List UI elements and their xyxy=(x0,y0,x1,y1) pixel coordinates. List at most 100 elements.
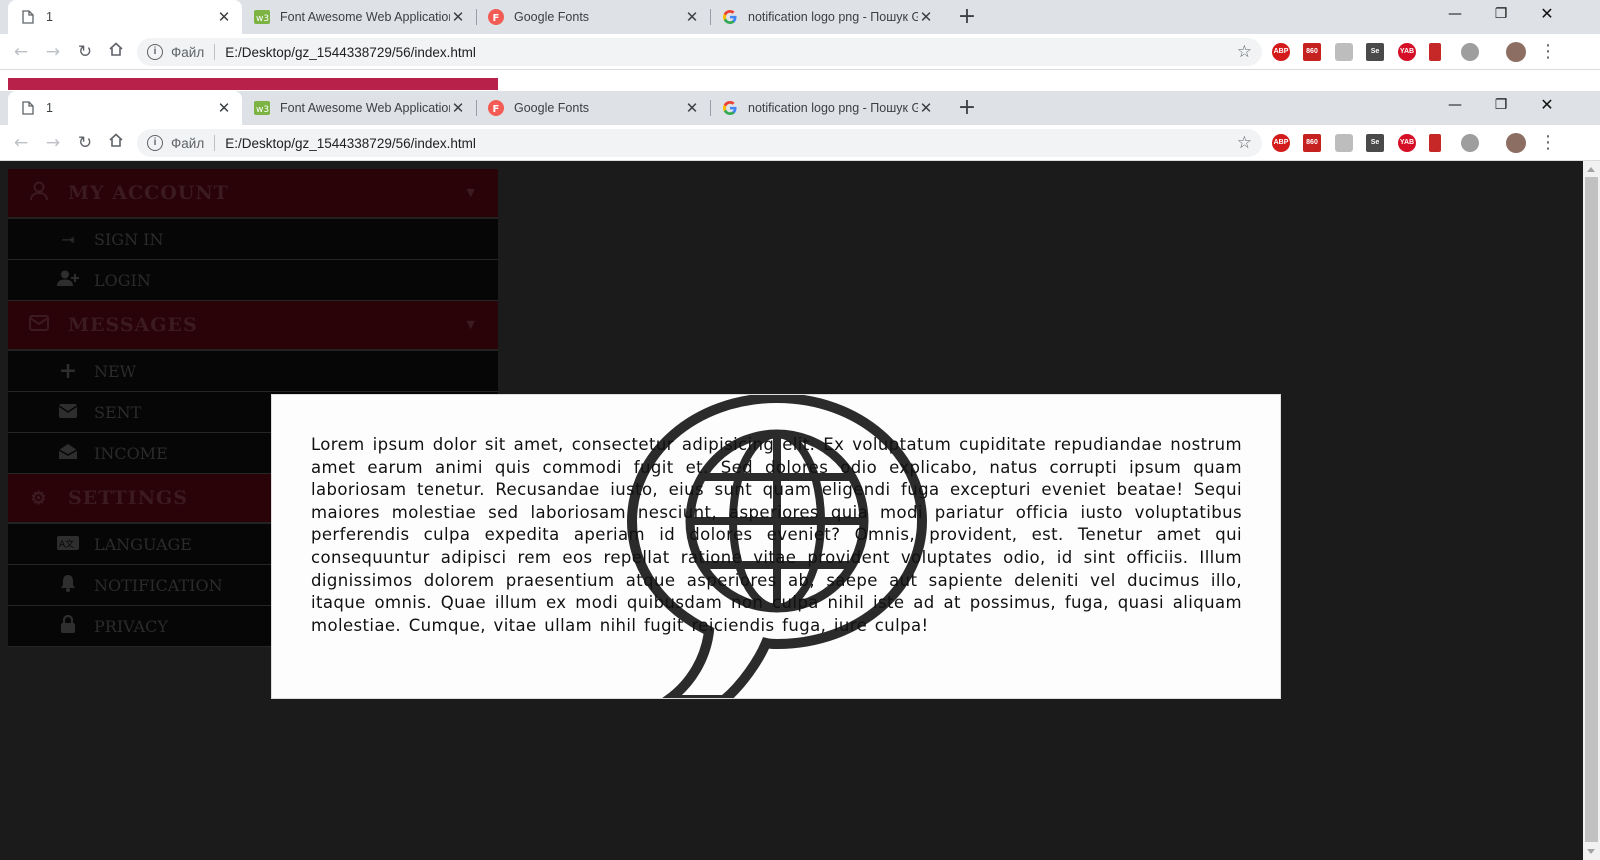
omnibox-divider xyxy=(214,135,216,151)
browser-window-back: 1 ✕ w3 Font Awesome Web Application Icon… xyxy=(0,0,1600,78)
fontawesome-favicon: w3 xyxy=(254,100,270,116)
new-tab-button[interactable]: + xyxy=(954,4,980,30)
google-favicon xyxy=(722,9,738,25)
close-tab-icon[interactable]: ✕ xyxy=(918,9,934,25)
new-tab-button[interactable]: + xyxy=(954,95,980,121)
menu-item-label: SIGN IN xyxy=(94,229,164,249)
file-scheme-label: Файл xyxy=(171,44,205,60)
section-heading: MESSAGES xyxy=(68,314,198,336)
tab-title: Google Fonts xyxy=(514,10,590,24)
yab-icon[interactable]: YAB xyxy=(1398,43,1416,61)
close-window-button[interactable]: ✕ xyxy=(1524,0,1570,30)
tab-google-search[interactable]: notification logo png - Пошук Google ✕ xyxy=(710,0,944,34)
close-tab-icon[interactable]: ✕ xyxy=(684,100,700,116)
tab-google-fonts[interactable]: F Google Fonts ✕ xyxy=(476,91,710,125)
menu-item-label: SENT xyxy=(94,402,142,422)
page-icon xyxy=(20,9,36,25)
menu-item-sign-in[interactable]: ⇥ SIGN IN xyxy=(8,219,498,260)
forward-icon[interactable]: → xyxy=(41,131,65,155)
gmail-counter-icon[interactable]: 860 xyxy=(1303,43,1321,61)
googlefonts-favicon: F xyxy=(488,100,504,116)
menu-item-label: NOTIFICATION xyxy=(94,575,223,595)
gmail-counter-icon[interactable]: 860 xyxy=(1303,134,1321,152)
cloud-extension-icon[interactable] xyxy=(1461,134,1479,152)
selenium-icon[interactable]: Se xyxy=(1366,43,1384,61)
address-bar[interactable]: i Файл E:/Desktop/gz_1544338729/56/index… xyxy=(137,38,1262,66)
home-icon[interactable] xyxy=(104,131,128,155)
forward-icon[interactable]: → xyxy=(41,40,65,64)
menu-item-label: NEW xyxy=(94,361,137,381)
bookmark-star-icon[interactable]: ☆ xyxy=(1237,133,1252,153)
camera-extension-icon[interactable] xyxy=(1335,43,1353,61)
section-my-account[interactable]: MY ACCOUNT ▼ xyxy=(8,169,498,219)
tab-title: notification logo png - Пошук Google xyxy=(748,10,918,24)
close-tab-icon[interactable]: ✕ xyxy=(216,9,232,25)
avatar[interactable] xyxy=(1506,133,1526,153)
close-tab-icon[interactable]: ✕ xyxy=(918,100,934,116)
gear-icon: ⚙ xyxy=(30,487,48,509)
info-icon[interactable]: i xyxy=(147,135,163,151)
svg-text:A文: A文 xyxy=(59,538,74,550)
tab-font-awesome[interactable]: w3 Font Awesome Web Application Icons ✕ xyxy=(242,0,476,34)
menu-item-login[interactable]: LOGIN xyxy=(8,260,498,301)
selenium-icon[interactable]: Se xyxy=(1366,134,1384,152)
section-messages[interactable]: MESSAGES ▼ xyxy=(8,301,498,351)
browser-window-front: 1 ✕ w3 Font Awesome Web Application Icon… xyxy=(0,91,1600,161)
scroll-up-icon[interactable] xyxy=(1587,167,1595,172)
bookmark-extension-icon[interactable] xyxy=(1429,134,1441,152)
menu-item-label: PRIVACY xyxy=(94,616,168,636)
chevron-down-icon: ▼ xyxy=(466,186,476,199)
adblock-plus-icon[interactable]: ABP xyxy=(1272,43,1290,61)
vertical-scrollbar[interactable] xyxy=(1583,161,1600,860)
adblock-plus-icon[interactable]: ABP xyxy=(1272,134,1290,152)
user-plus-icon xyxy=(56,270,80,290)
tab-strip: 1 ✕ w3 Font Awesome Web Application Icon… xyxy=(0,0,1600,34)
section-heading: SETTINGS xyxy=(68,487,189,509)
close-tab-icon[interactable]: ✕ xyxy=(216,100,232,116)
restore-button[interactable]: ❐ xyxy=(1478,91,1524,121)
avatar[interactable] xyxy=(1506,42,1526,62)
tab-1[interactable]: 1 ✕ xyxy=(8,91,242,125)
tab-google-fonts[interactable]: F Google Fonts ✕ xyxy=(476,0,710,34)
svg-text:F: F xyxy=(493,104,500,115)
restore-button[interactable]: ❐ xyxy=(1478,0,1524,30)
info-icon[interactable]: i xyxy=(147,44,163,60)
close-tab-icon[interactable]: ✕ xyxy=(450,9,466,25)
modal-body-text: Lorem ipsum dolor sit amet, consectetur … xyxy=(311,435,1242,635)
menu-item-label: LOGIN xyxy=(94,270,151,290)
close-window-button[interactable]: ✕ xyxy=(1524,91,1570,121)
tab-strip: 1 ✕ w3 Font Awesome Web Application Icon… xyxy=(0,91,1600,125)
chrome-menu-icon[interactable]: ⋮ xyxy=(1538,131,1558,155)
bookmark-star-icon[interactable]: ☆ xyxy=(1237,42,1252,62)
back-icon[interactable]: ← xyxy=(9,131,33,155)
address-bar[interactable]: i Файл E:/Desktop/gz_1544338729/56/index… xyxy=(137,129,1262,157)
accent-bar xyxy=(8,78,498,90)
url-text[interactable]: E:/Desktop/gz_1544338729/56/index.html xyxy=(225,45,476,60)
menu-item-new[interactable]: + NEW xyxy=(8,351,498,392)
page-viewport: MY ACCOUNT ▼ ⇥ SIGN IN LOGIN MESSAGES ▼ … xyxy=(0,161,1600,860)
chrome-menu-icon[interactable]: ⋮ xyxy=(1538,40,1558,64)
camera-extension-icon[interactable] xyxy=(1335,134,1353,152)
scrollbar-thumb[interactable] xyxy=(1585,177,1598,842)
bookmark-extension-icon[interactable] xyxy=(1429,43,1441,61)
tab-1[interactable]: 1 ✕ xyxy=(8,0,242,34)
minimize-button[interactable]: — xyxy=(1432,0,1478,30)
notification-modal[interactable]: Lorem ipsum dolor sit amet, consectetur … xyxy=(271,394,1281,699)
scroll-down-icon[interactable] xyxy=(1587,849,1595,854)
google-favicon xyxy=(722,100,738,116)
yab-icon[interactable]: YAB xyxy=(1398,134,1416,152)
url-text[interactable]: E:/Desktop/gz_1544338729/56/index.html xyxy=(225,136,476,151)
cloud-extension-icon[interactable] xyxy=(1461,43,1479,61)
reload-icon[interactable]: ↻ xyxy=(73,40,97,64)
envelope-icon xyxy=(28,314,50,336)
back-icon[interactable]: ← xyxy=(9,40,33,64)
lock-icon xyxy=(56,614,80,637)
home-icon[interactable] xyxy=(104,40,128,64)
close-tab-icon[interactable]: ✕ xyxy=(684,9,700,25)
reload-icon[interactable]: ↻ xyxy=(73,131,97,155)
close-tab-icon[interactable]: ✕ xyxy=(450,100,466,116)
tab-title: Font Awesome Web Application Icons xyxy=(280,101,450,115)
minimize-button[interactable]: — xyxy=(1432,91,1478,121)
tab-google-search[interactable]: notification logo png - Пошук Google ✕ xyxy=(710,91,944,125)
tab-font-awesome[interactable]: w3 Font Awesome Web Application Icons ✕ xyxy=(242,91,476,125)
